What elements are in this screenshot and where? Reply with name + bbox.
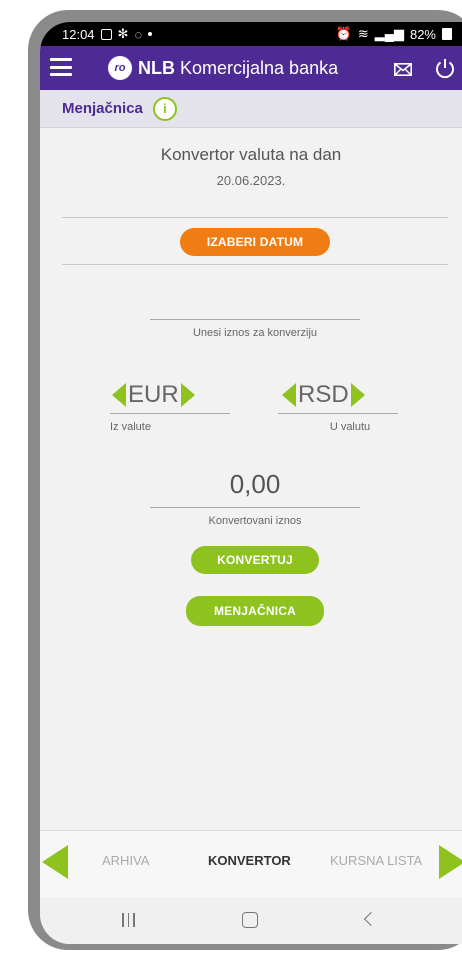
convert-button[interactable]: KONVERTUJ [191,546,319,574]
divider [62,217,448,218]
app-screen: 12:04 ✻ ◌ ⏰ ≋ ▂▄▆ 82% ro NLB Komercijaln… [40,22,462,944]
alarm-icon: ⏰ [335,26,352,41]
home-icon[interactable] [242,912,258,928]
from-currency-prev-icon[interactable] [112,383,126,407]
more-notifications-icon [148,32,153,36]
to-currency-code: RSD [298,381,349,408]
tab-next-arrow-icon[interactable] [439,845,462,879]
nlb-logo-icon: ro [108,56,132,80]
battery-icon [442,28,452,40]
from-currency-selector: EUR [112,381,195,409]
from-currency-code: EUR [128,381,179,408]
bottom-tab-bar: ARHIVA KONVERTOR KURSNA LISTA [40,830,462,897]
divider [62,264,448,265]
from-currency-underline [110,413,230,414]
exchange-office-button[interactable]: MENJAČNICA [186,596,324,626]
wifi-icon: ≋ [357,26,369,41]
status-bar: 12:04 ✻ ◌ ⏰ ≋ ▂▄▆ 82% [40,22,462,46]
converter-date: 20.06.2023. [216,173,286,188]
converter-title: Konvertor valuta na dan [160,145,342,164]
section-title: Menjačnica [62,100,143,117]
to-currency-prev-icon[interactable] [282,383,296,407]
app-bar: ro NLB Komercijalna banka [40,46,462,90]
back-icon[interactable] [363,911,379,927]
status-time: 12:04 [62,26,95,42]
battery-percent: 82% [409,26,436,42]
tab-prev-arrow-icon[interactable] [42,845,68,879]
settings-notification-icon: ✻ [117,26,129,41]
status-right: ⏰ ≋ ▂▄▆ 82% [336,26,452,42]
signal-icon: ▂▄▆ [374,26,404,41]
converted-amount-value: 0,00 [229,469,281,499]
amount-hint: Unesi iznos za konverziju [192,327,318,339]
brand-name-bold: NLB [138,57,175,78]
gallery-notification-icon [100,28,112,40]
power-icon[interactable] [434,57,456,79]
tab-kursna-lista[interactable]: KURSNA LISTA [330,853,422,868]
converted-amount-label: Konvertovani iznos [208,515,302,527]
brand-name-rest: Komercijalna banka [180,57,339,78]
to-currency-selector: RSD [282,381,365,409]
converted-amount-underline [150,507,360,508]
from-currency-label: Iz valute [110,421,151,433]
to-currency-underline [278,413,398,414]
to-currency-label: U valutu [329,421,371,433]
system-nav-bar [40,897,462,944]
recents-icon[interactable] [122,913,135,927]
brand-name: NLB Komercijalna banka [138,58,338,79]
hamburger-menu-icon[interactable] [50,58,72,76]
tab-arhiva[interactable]: ARHIVA [102,853,149,868]
from-currency-next-icon[interactable] [180,383,195,407]
info-icon[interactable]: i [152,96,177,121]
section-header: Menjačnica i [40,90,462,128]
brand-logo: ro NLB Komercijalna banka [108,56,338,80]
status-left: 12:04 ✻ ◌ [62,26,153,42]
to-currency-next-icon[interactable] [350,383,365,407]
whatsapp-notification-icon: ◌ [134,26,143,42]
choose-date-button[interactable]: IZABERI DATUM [180,228,330,256]
amount-input[interactable] [150,319,360,320]
mail-icon[interactable] [394,63,412,76]
converter-panel: Konvertor valuta na dan 20.06.2023. IZAB… [40,129,462,829]
tab-konvertor[interactable]: KONVERTOR [208,853,291,868]
